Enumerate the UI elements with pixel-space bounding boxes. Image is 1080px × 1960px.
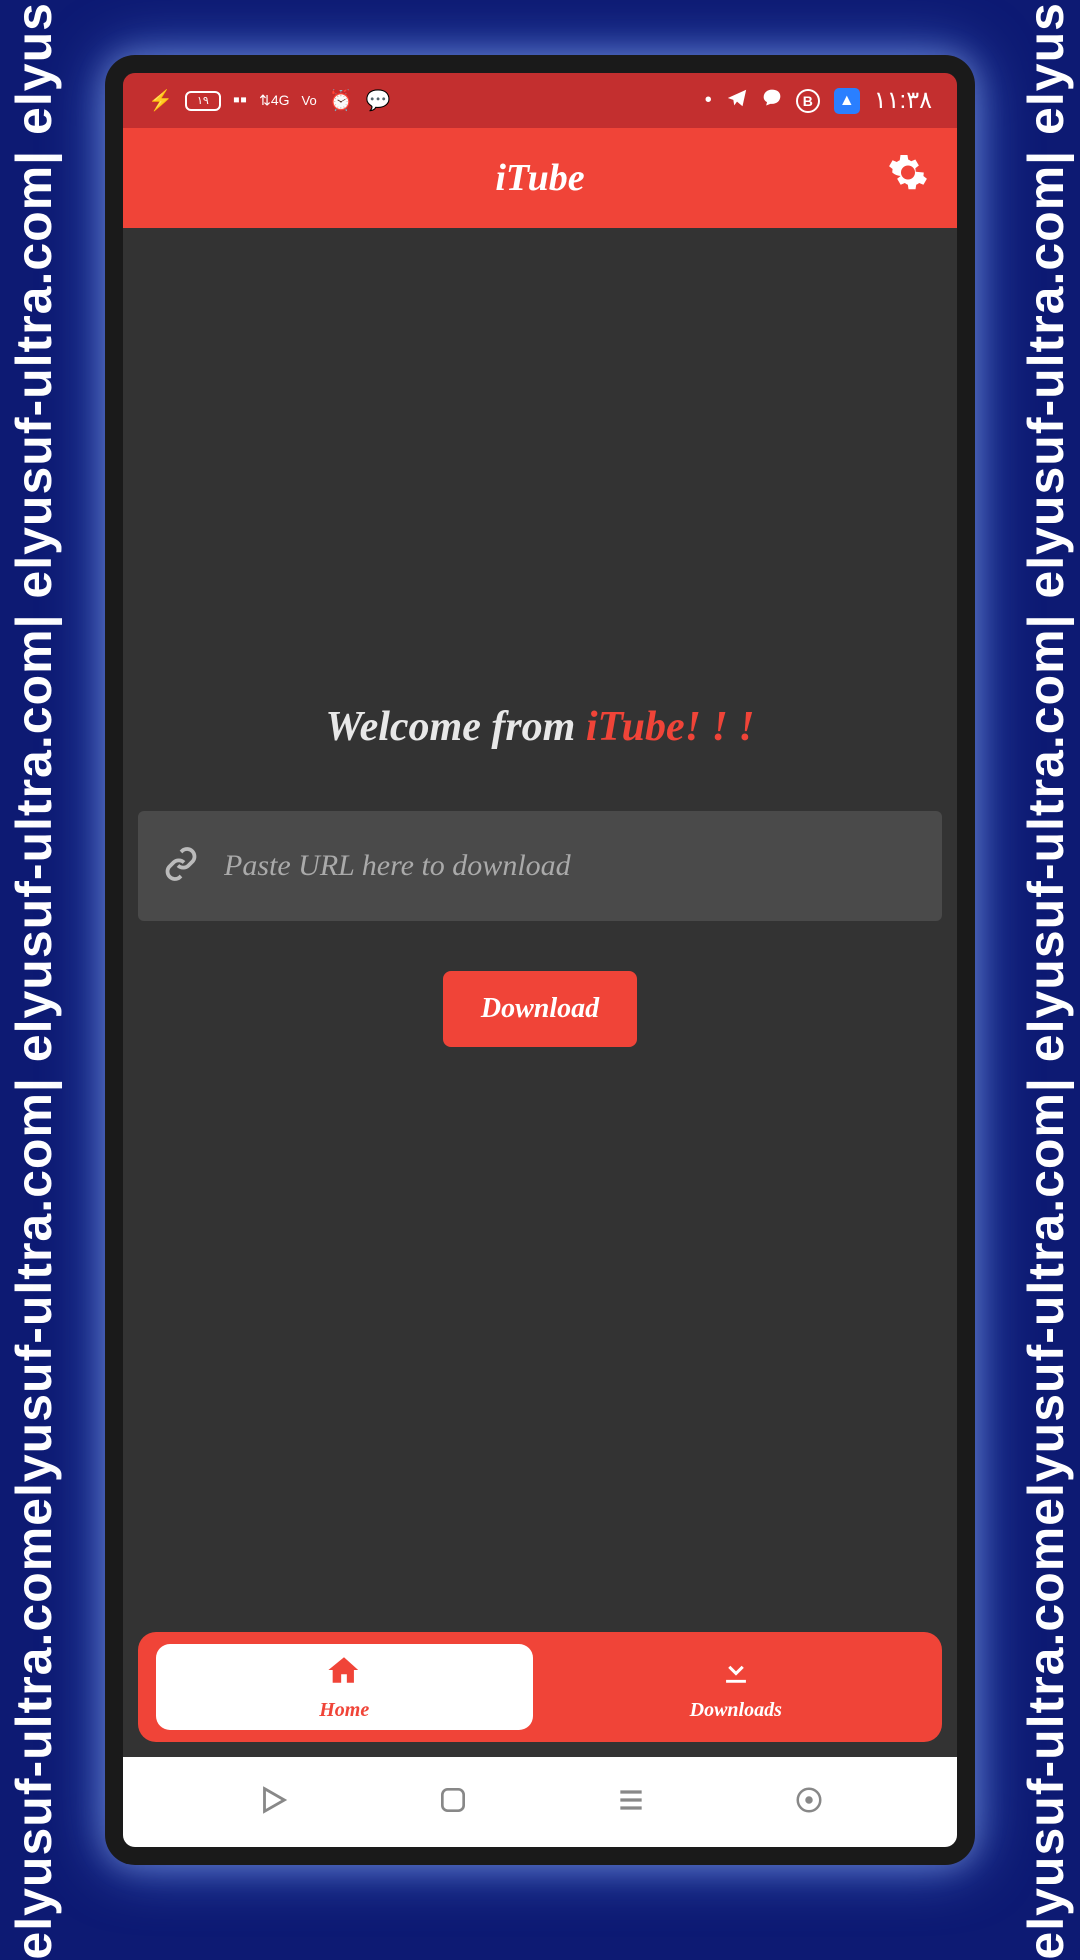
nav-home-label: Home: [319, 1699, 369, 1722]
bottom-nav: Home Downloads: [138, 1632, 942, 1742]
download-button[interactable]: Download: [443, 971, 637, 1047]
volte-icon: Vo: [302, 93, 317, 108]
gear-icon: [887, 158, 929, 204]
system-back-button[interactable]: [256, 1783, 290, 1822]
message-icon: [762, 88, 782, 114]
nav-home[interactable]: Home: [156, 1644, 533, 1730]
system-recent-button[interactable]: [615, 1784, 647, 1821]
app-badge-icon: ▲: [834, 88, 860, 114]
settings-button[interactable]: [887, 152, 929, 205]
welcome-prefix: Welcome from: [325, 704, 586, 750]
link-icon: [163, 846, 199, 887]
b-circle-icon: B: [796, 89, 820, 113]
watermark-right: elyusuf-ultra.comelyusuf-ultra.com| elyu…: [1017, 0, 1075, 1960]
network-4g-icon: ⇅4G: [259, 92, 289, 109]
status-bar: ⚡ ١٩ ▪▪ ⇅4G Vo ⏰ 💬 • B ▲ ١١:٣٨: [123, 73, 957, 128]
battery-icon: ١٩: [185, 91, 221, 111]
system-nav-bar: [123, 1757, 957, 1847]
nav-downloads[interactable]: Downloads: [548, 1644, 925, 1730]
watermark-left: elyusuf-ultra.comelyusuf-ultra.com| elyu…: [5, 0, 63, 1960]
status-right: • B ▲ ١١:٣٨: [705, 86, 932, 115]
status-left: ⚡ ١٩ ▪▪ ⇅4G Vo ⏰ 💬: [148, 88, 391, 113]
alarm-icon: ⏰: [329, 88, 354, 113]
chat-icon: 💬: [366, 88, 391, 113]
charging-icon: ⚡: [148, 88, 173, 113]
nav-downloads-label: Downloads: [690, 1699, 782, 1722]
welcome-message: Welcome from iTube! ! !: [325, 703, 754, 751]
download-icon: [719, 1653, 753, 1695]
home-icon: [327, 1653, 361, 1695]
main-content: Welcome from iTube! ! ! Download: [123, 228, 957, 1617]
signal-icon: ▪▪: [233, 89, 247, 112]
dot-icon: •: [705, 89, 712, 112]
app-header: iTube: [123, 128, 957, 228]
app-title: iTube: [123, 156, 957, 200]
clock-time: ١١:٣٨: [874, 86, 932, 115]
url-input[interactable]: [224, 849, 917, 883]
system-extra-button[interactable]: [794, 1785, 824, 1820]
url-input-container[interactable]: [138, 811, 942, 921]
welcome-brand: iTube! ! !: [586, 704, 755, 750]
telegram-icon: [726, 87, 748, 115]
phone-frame: ⚡ ١٩ ▪▪ ⇅4G Vo ⏰ 💬 • B ▲ ١١:٣٨: [105, 55, 975, 1865]
phone-screen: ⚡ ١٩ ▪▪ ⇅4G Vo ⏰ 💬 • B ▲ ١١:٣٨: [123, 73, 957, 1847]
system-home-button[interactable]: [437, 1784, 469, 1821]
